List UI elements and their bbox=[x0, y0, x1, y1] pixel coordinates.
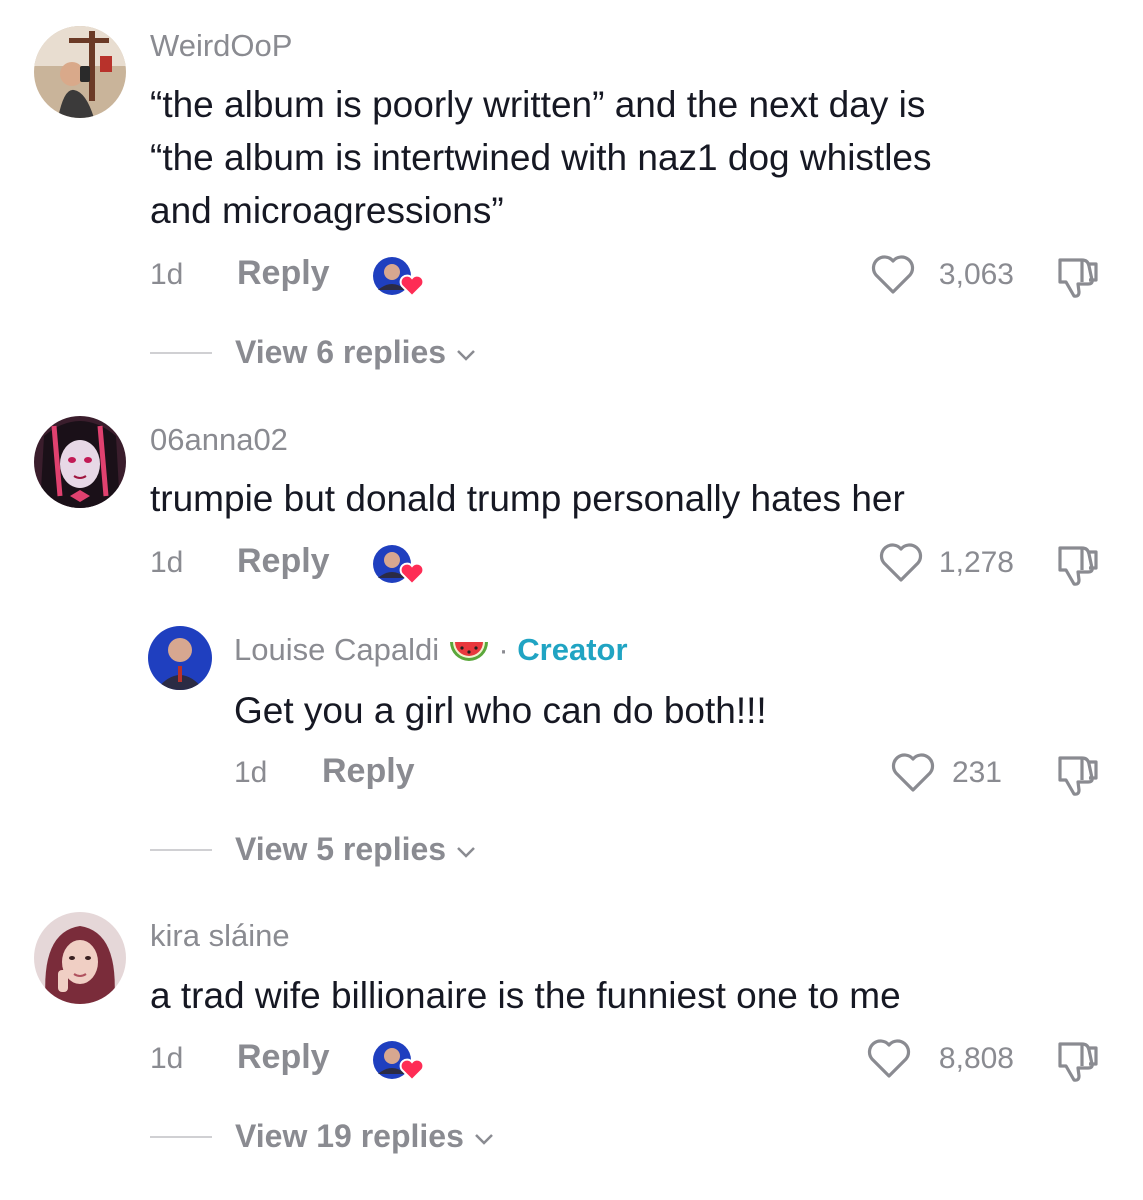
comment-text-line: “the album is poorly written” and the ne… bbox=[150, 84, 926, 125]
reply-button[interactable]: Reply bbox=[237, 542, 330, 581]
view-replies-button[interactable]: View 6 replies bbox=[235, 334, 477, 371]
divider bbox=[150, 849, 212, 851]
like-count: 1,278 bbox=[938, 546, 1014, 579]
creator-liked-badge bbox=[372, 544, 430, 586]
reply-timestamp: 1d bbox=[234, 756, 268, 789]
dislike-icon[interactable] bbox=[1052, 752, 1102, 798]
comment-username[interactable]: WeirdOoP bbox=[150, 28, 292, 64]
dislike-icon[interactable] bbox=[1052, 542, 1102, 588]
comment-text: “the album is poorly written” and the ne… bbox=[150, 78, 1110, 237]
comment-text: trumpie but donald trump personally hate… bbox=[150, 472, 1110, 525]
like-count: 3,063 bbox=[938, 258, 1014, 291]
comment-timestamp: 1d bbox=[150, 258, 184, 291]
view-replies-label: View 5 replies bbox=[235, 831, 447, 867]
like-count: 8,808 bbox=[938, 1042, 1014, 1075]
comment-text-line: a trad wife billionaire is the funniest … bbox=[150, 975, 901, 1016]
creator-liked-badge bbox=[372, 256, 430, 298]
dislike-icon[interactable] bbox=[1052, 1038, 1102, 1084]
watermelon-icon bbox=[449, 641, 488, 661]
avatar-06anna02[interactable] bbox=[34, 416, 126, 508]
divider bbox=[150, 352, 212, 354]
view-replies-button[interactable]: View 5 replies bbox=[235, 831, 477, 868]
comment-timestamp: 1d bbox=[150, 546, 184, 579]
divider bbox=[150, 1136, 212, 1138]
avatar-weirdoop[interactable] bbox=[34, 26, 126, 118]
avatar-kira-slaine[interactable] bbox=[34, 912, 126, 1004]
chevron-down-icon bbox=[457, 349, 475, 361]
comment-text: a trad wife billionaire is the funniest … bbox=[150, 969, 1110, 1022]
reply-button[interactable]: Reply bbox=[237, 1038, 330, 1077]
chevron-down-icon bbox=[457, 846, 475, 858]
creator-liked-badge bbox=[372, 1040, 430, 1082]
view-replies-label: View 6 replies bbox=[235, 334, 447, 370]
comment-timestamp: 1d bbox=[150, 1042, 184, 1075]
separator-dot: · bbox=[498, 632, 509, 667]
like-count: 231 bbox=[951, 756, 1002, 789]
comment-username[interactable]: kira sláine bbox=[150, 918, 290, 954]
avatar-louise-capaldi[interactable] bbox=[148, 626, 212, 690]
comment-text-line: trumpie but donald trump personally hate… bbox=[150, 478, 905, 519]
comment-text-line: “the album is intertwined with naz1 dog … bbox=[150, 137, 932, 178]
view-replies-button[interactable]: View 19 replies bbox=[235, 1118, 495, 1155]
creator-badge: Creator bbox=[517, 632, 628, 667]
reply-button[interactable]: Reply bbox=[322, 752, 415, 791]
dislike-icon[interactable] bbox=[1052, 254, 1102, 300]
reply-button[interactable]: Reply bbox=[237, 254, 330, 293]
chevron-down-icon bbox=[474, 1133, 493, 1145]
reply-text: Get you a girl who can do both!!! bbox=[234, 690, 767, 731]
view-replies-label: View 19 replies bbox=[235, 1118, 464, 1154]
creator-username[interactable]: Louise Capaldi bbox=[234, 632, 439, 667]
comment-username: Louise Capaldi · Creator bbox=[234, 632, 628, 668]
comment-text-line: and microagressions” bbox=[150, 190, 504, 231]
comment-username[interactable]: 06anna02 bbox=[150, 422, 288, 458]
